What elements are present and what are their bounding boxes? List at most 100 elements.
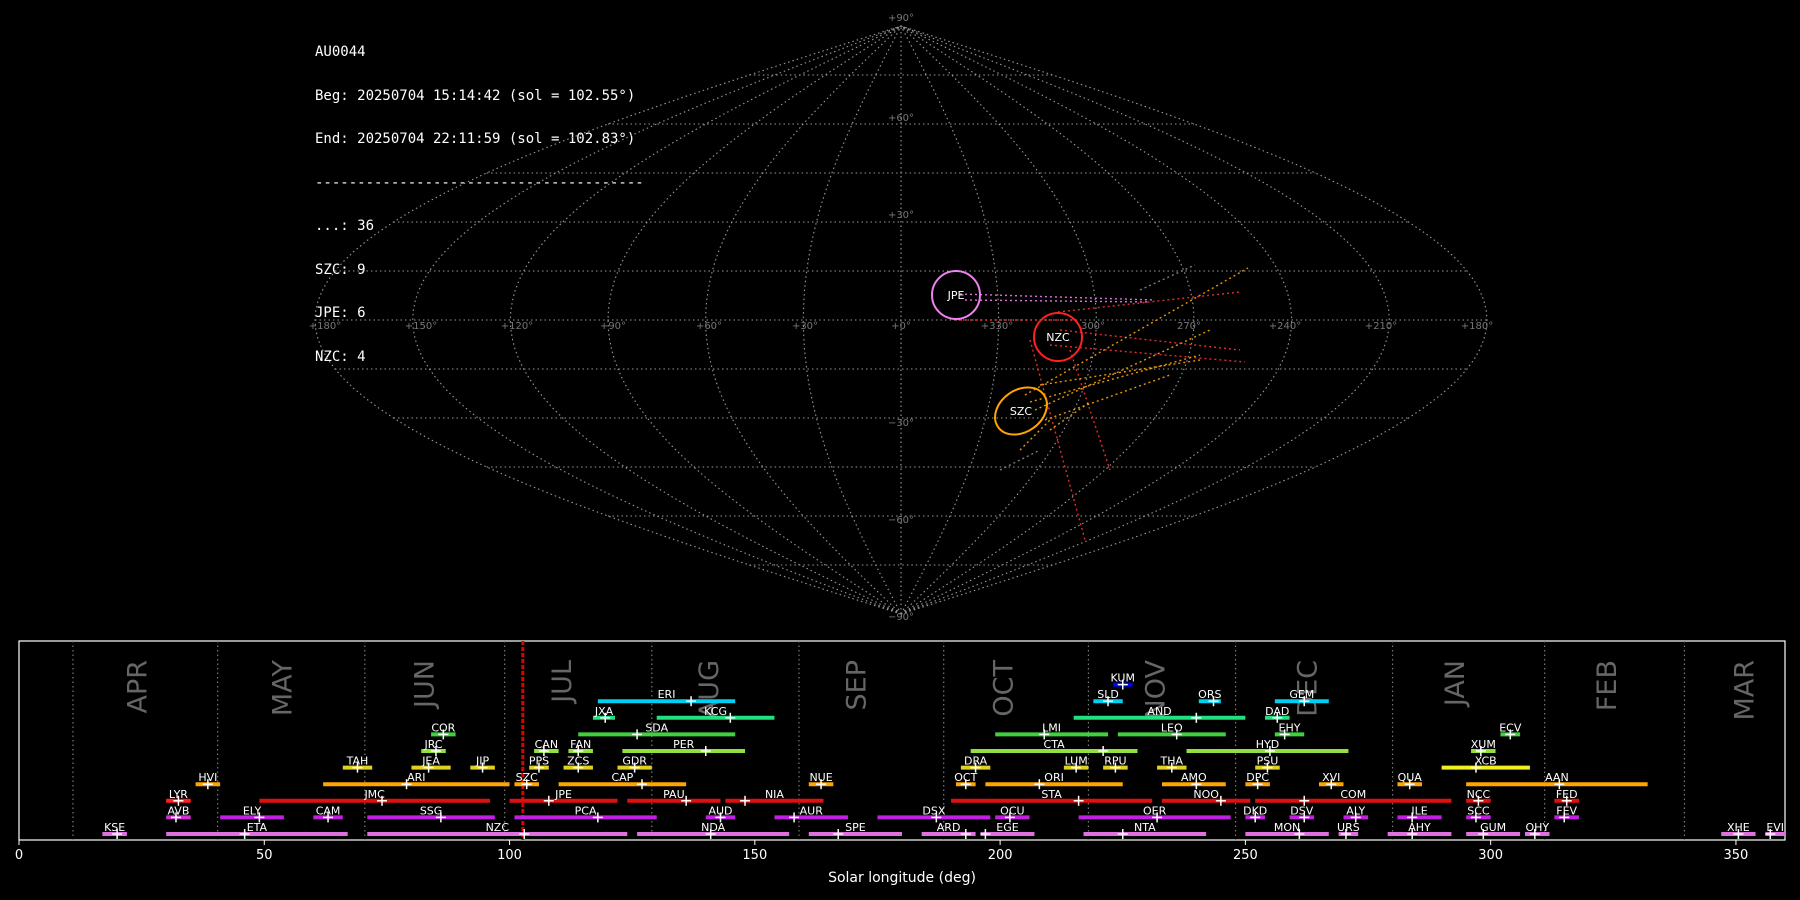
shower-label: COR (431, 721, 455, 734)
latitude-label: +60° (888, 113, 914, 124)
shower-label: XHE (1727, 821, 1750, 834)
shower-label: PCA (575, 804, 597, 817)
shower-label: CAM (316, 804, 341, 817)
shower-label: SPE (845, 821, 866, 834)
shower-ocu: OCU (995, 804, 1030, 823)
shower-jrc: JRC (421, 738, 446, 756)
meteor-trail (1019, 419, 1051, 451)
shower-label: NZC (486, 821, 510, 834)
shower-label: AVB (167, 804, 189, 817)
shower-ahy: AHY (1387, 821, 1452, 839)
shower-label: FAN (570, 738, 591, 751)
month-label: OCT (989, 660, 1020, 717)
shower-label: PER (673, 738, 695, 751)
shower-aan: AAN (1466, 771, 1648, 790)
longitude-label: +150° (405, 321, 437, 332)
radiant-label: NZC (1046, 331, 1070, 344)
shower-sta: STA (951, 788, 1153, 806)
shower-scc: SCC (1466, 804, 1491, 823)
shower-label: QUA (1398, 771, 1423, 784)
month-label: JUN (410, 660, 441, 710)
shower-hvi: HVI (195, 771, 221, 790)
shower-label: OHY (1525, 821, 1549, 834)
shower-label: ELY (243, 804, 262, 817)
shower-ehy: EHY (1274, 721, 1305, 740)
shower-label: CTA (1044, 738, 1066, 751)
sky-map: +90° +60° +30° −30° −60° −90° +180° +150° +120° +… (309, 13, 1493, 623)
longitude-label: +330° (981, 321, 1013, 332)
shower-zcs: ZCS (563, 755, 593, 773)
shower-label: THA (1160, 755, 1184, 768)
shower-label: XVI (1322, 771, 1340, 784)
shower-amo: AMO (1161, 771, 1226, 790)
shower-label: STA (1041, 788, 1062, 801)
meteor-trail (964, 299, 1151, 303)
shower-dad: DAD (1265, 705, 1290, 723)
longitude-label: +120° (501, 321, 533, 332)
shower-ohy: OHY (1525, 821, 1550, 839)
month-label: SEP (841, 660, 872, 710)
shower-ors: ORS (1198, 688, 1221, 707)
shower-rpu: RPU (1103, 755, 1128, 773)
shower-spe: SPE (808, 821, 902, 839)
shower-label: COM (1340, 788, 1366, 801)
shower-nta: NTA (1083, 821, 1207, 839)
longitude-label: +240° (1269, 321, 1301, 332)
shower-label: NOO (1193, 788, 1219, 801)
shower-label: DSV (1290, 804, 1313, 817)
longitude-label: 300° (1081, 321, 1105, 332)
shower-label: SZC (516, 771, 539, 784)
shower-label: JEA (421, 755, 440, 768)
shower-jip: JIP (470, 755, 495, 773)
shower-label: ETA (247, 821, 268, 834)
shower-pca: PCA (514, 804, 657, 823)
shower-label: NTA (1134, 821, 1156, 834)
shower-nda: NDA (637, 821, 790, 839)
shower-eri: ERI (597, 688, 736, 707)
shower-kcg: KCG (656, 705, 775, 723)
month-label: MAY (267, 660, 298, 717)
shower-label: KUM (1111, 672, 1135, 685)
shower-fed: FED (1554, 788, 1579, 806)
longitude-label: +90° (600, 321, 626, 332)
shower-label: URS (1337, 821, 1360, 834)
month-label: AUG (694, 660, 725, 719)
shower-label: AUD (708, 804, 732, 817)
shower-label: ILE (1411, 804, 1427, 817)
shower-qua: QUA (1397, 771, 1423, 790)
shower-label: AHY (1408, 821, 1431, 834)
shower-cam: CAM (313, 804, 343, 823)
shower-eta: ETA (166, 821, 348, 839)
month-label: MAR (1729, 660, 1760, 721)
shower-lmi: LMI (995, 721, 1109, 740)
shower-label: SDA (645, 721, 668, 734)
x-tick-label: 300 (1478, 848, 1503, 863)
shower-oct: OCT (954, 771, 978, 790)
shower-sld: SLD (1093, 688, 1123, 707)
shower-label: NDA (701, 821, 726, 834)
meridian-line (412, 25, 902, 615)
shower-kum: KUM (1111, 672, 1135, 690)
shower-label: ERI (658, 688, 676, 701)
shower-aly: ALY (1343, 804, 1369, 823)
x-tick-label: 100 (497, 848, 522, 863)
shower-label: RPU (1104, 755, 1126, 768)
longitude-label: +180° (309, 321, 341, 332)
shower-label: CAP (611, 771, 633, 784)
shower-label: JRC (424, 738, 443, 751)
x-tick-label: 200 (988, 848, 1013, 863)
month-label: JUL (547, 660, 578, 705)
shower-dsv: DSV (1289, 804, 1315, 823)
shower-aur: AUR (774, 804, 849, 823)
shower-kse: KSE (102, 821, 127, 839)
month-label: JAN (1440, 660, 1471, 708)
shower-szc: SZC (514, 771, 539, 790)
shower-label: NIA (765, 788, 784, 801)
shower-cta: CTA (970, 738, 1138, 756)
latitude-label: +90° (888, 13, 914, 24)
shower-jpe: JPE (509, 788, 618, 806)
shower-ard: ARD (921, 821, 976, 839)
longitude-label: +30° (792, 321, 818, 332)
shower-jmc: JMC (259, 788, 490, 806)
shower-ege: EGE (980, 821, 1035, 839)
